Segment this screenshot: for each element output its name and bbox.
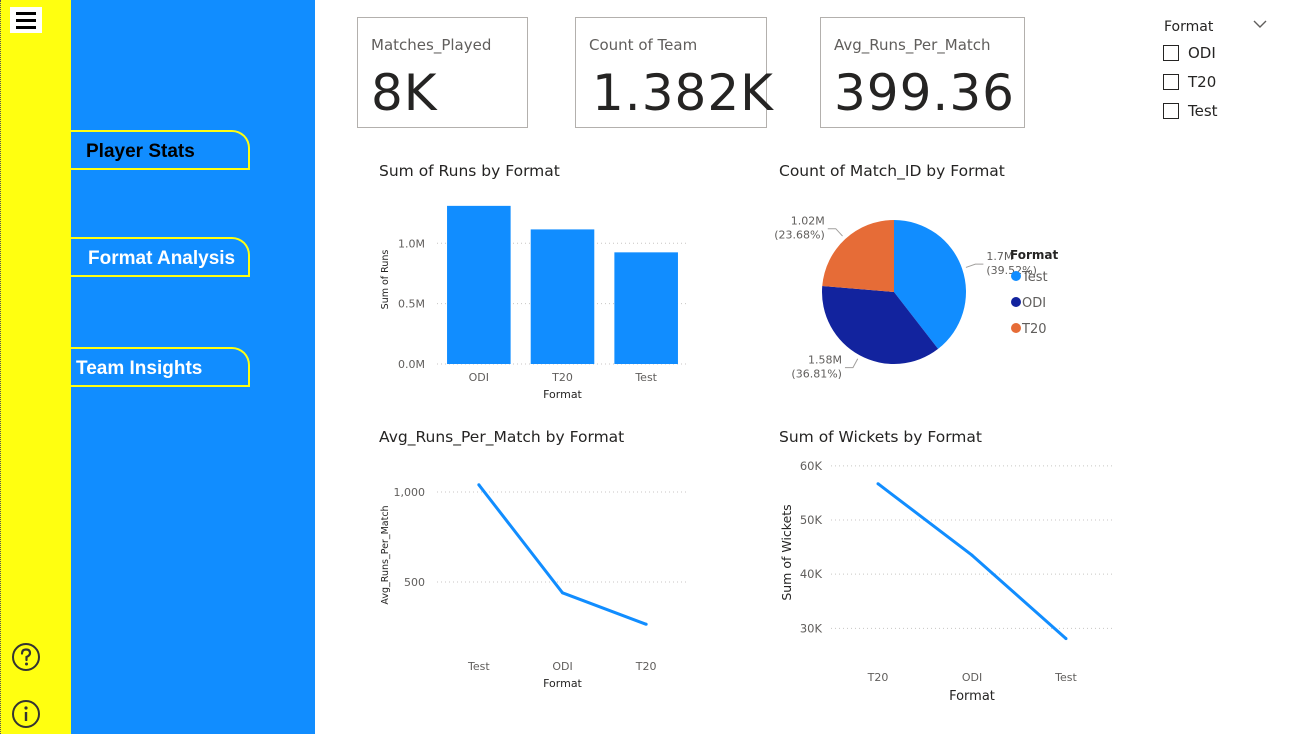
- line-series[interactable]: [877, 482, 1067, 640]
- slicer-option-label: Test: [1188, 102, 1218, 120]
- x-tick-label: ODI: [469, 371, 489, 384]
- y-tick-label: 60K: [800, 459, 823, 473]
- chart-title-matches: Count of Match_ID by Format: [779, 162, 1005, 180]
- slicer-option-label: ODI: [1188, 44, 1216, 62]
- bar-odi[interactable]: [447, 205, 511, 364]
- legend-item-test[interactable]: Test: [1021, 270, 1048, 285]
- nav-label: Team Insights: [76, 358, 203, 379]
- x-axis-title: Format: [949, 689, 995, 704]
- y-tick-label: 500: [404, 576, 425, 589]
- chevron-down-icon[interactable]: [1252, 18, 1268, 30]
- slicer-option-test[interactable]: Test: [1163, 101, 1218, 121]
- kpi-label: Matches_Played: [371, 36, 492, 54]
- pie-slice-t20[interactable]: [822, 220, 894, 292]
- kpi-label: Count of Team: [589, 36, 698, 54]
- legend-item-t20[interactable]: T20: [1021, 322, 1046, 337]
- report-canvas: Player Stats Format Analysis Team Insigh…: [0, 0, 1312, 734]
- navigation-panel: Player Stats Format Analysis Team Insigh…: [71, 0, 315, 734]
- kpi-card-avg-runs-per-match[interactable]: Avg_Runs_Per_Match 399.36: [820, 17, 1025, 128]
- x-tick-label: ODI: [552, 660, 572, 673]
- legend-marker: [1011, 297, 1021, 307]
- y-tick-label: 0.5M: [398, 298, 425, 311]
- x-tick-label: Test: [467, 660, 490, 673]
- nav-button-team-insights[interactable]: Team Insights: [71, 347, 250, 387]
- slicer-title: Format: [1164, 19, 1214, 35]
- line-chart-avg-runs-by-format[interactable]: 500 1,000 Test ODI T20 Format Avg_Runs_Per_Mat…: [370, 455, 700, 695]
- bar-chart-runs-by-format[interactable]: 0.0M 0.5M 1.0M ODI T20 Test Format Sum of Runs: [370, 190, 700, 410]
- pie-leader-line: [844, 358, 859, 369]
- legend-title: Format: [1010, 248, 1058, 262]
- pie-data-label: 1.58M: [808, 354, 842, 367]
- hamburger-menu-icon[interactable]: [10, 7, 42, 33]
- pie-data-percent: (23.68%): [774, 229, 825, 242]
- pie-data-label: 1.02M: [791, 215, 825, 228]
- nav-label: Format Analysis: [88, 248, 236, 269]
- bar-test[interactable]: [614, 252, 678, 364]
- chart-title-runs: Sum of Runs by Format: [379, 162, 560, 180]
- legend-item-odi[interactable]: ODI: [1022, 296, 1046, 311]
- y-tick-label: 50K: [800, 513, 823, 527]
- legend-marker: [1011, 323, 1021, 333]
- pie-leader-line: [827, 228, 843, 237]
- help-icon[interactable]: [11, 642, 41, 672]
- y-axis-title: Sum of Runs: [380, 250, 391, 310]
- kpi-label: Avg_Runs_Per_Match: [834, 36, 991, 54]
- x-axis-title: Format: [543, 388, 582, 401]
- line-series[interactable]: [477, 483, 647, 626]
- kpi-card-count-of-team[interactable]: Count of Team 1.382K: [575, 17, 773, 128]
- x-tick-label: Test: [634, 371, 657, 384]
- x-tick-label: T20: [551, 371, 573, 384]
- y-tick-label: 1.0M: [398, 237, 425, 250]
- nav-button-player-stats[interactable]: Player Stats: [71, 130, 250, 170]
- left-rail: [0, 0, 71, 734]
- pie-data-percent: (36.81%): [791, 368, 842, 381]
- kpi-card-matches-played[interactable]: Matches_Played 8K: [357, 17, 528, 128]
- y-tick-label: 30K: [800, 621, 823, 635]
- nav-label: Player Stats: [86, 141, 195, 162]
- y-axis-title: Sum of Wickets: [779, 504, 794, 600]
- bar-t20[interactable]: [530, 229, 595, 364]
- x-tick-label: ODI: [962, 671, 982, 684]
- kpi-value: 399.36: [834, 64, 1015, 122]
- pie-leader-line: [965, 263, 984, 268]
- kpi-value: 8K: [371, 64, 438, 122]
- nav-button-format-analysis[interactable]: Format Analysis: [71, 237, 250, 277]
- x-tick-label: T20: [635, 660, 657, 673]
- y-axis-title: Avg_Runs_Per_Match: [380, 505, 391, 604]
- y-tick-label: 1,000: [394, 486, 426, 499]
- y-tick-label: 0.0M: [398, 358, 425, 371]
- slicer-option-odi[interactable]: ODI: [1163, 43, 1216, 63]
- x-axis-title: Format: [543, 677, 582, 690]
- y-tick-label: 40K: [800, 567, 823, 581]
- kpi-value: 1.382K: [592, 64, 774, 122]
- legend-marker: [1011, 271, 1021, 281]
- info-icon[interactable]: [11, 699, 41, 729]
- slicer-option-label: T20: [1188, 73, 1217, 91]
- x-tick-label: Test: [1054, 671, 1077, 684]
- x-tick-label: T20: [867, 671, 889, 684]
- checkbox[interactable]: [1163, 45, 1179, 61]
- chart-title-avg-runs: Avg_Runs_Per_Match by Format: [379, 428, 625, 446]
- line-chart-wickets-by-format[interactable]: 30K 40K 50K 60K T20 ODI Test Format Sum of Wicke…: [775, 450, 1120, 710]
- chart-title-wickets: Sum of Wickets by Format: [779, 428, 982, 446]
- pie-chart-matches-by-format[interactable]: 1.7M(39.52%)1.58M(36.81%)1.02M(23.68%)Fo…: [774, 190, 1080, 405]
- checkbox[interactable]: [1163, 74, 1179, 90]
- slicer-option-t20[interactable]: T20: [1163, 72, 1216, 92]
- checkbox[interactable]: [1163, 103, 1179, 119]
